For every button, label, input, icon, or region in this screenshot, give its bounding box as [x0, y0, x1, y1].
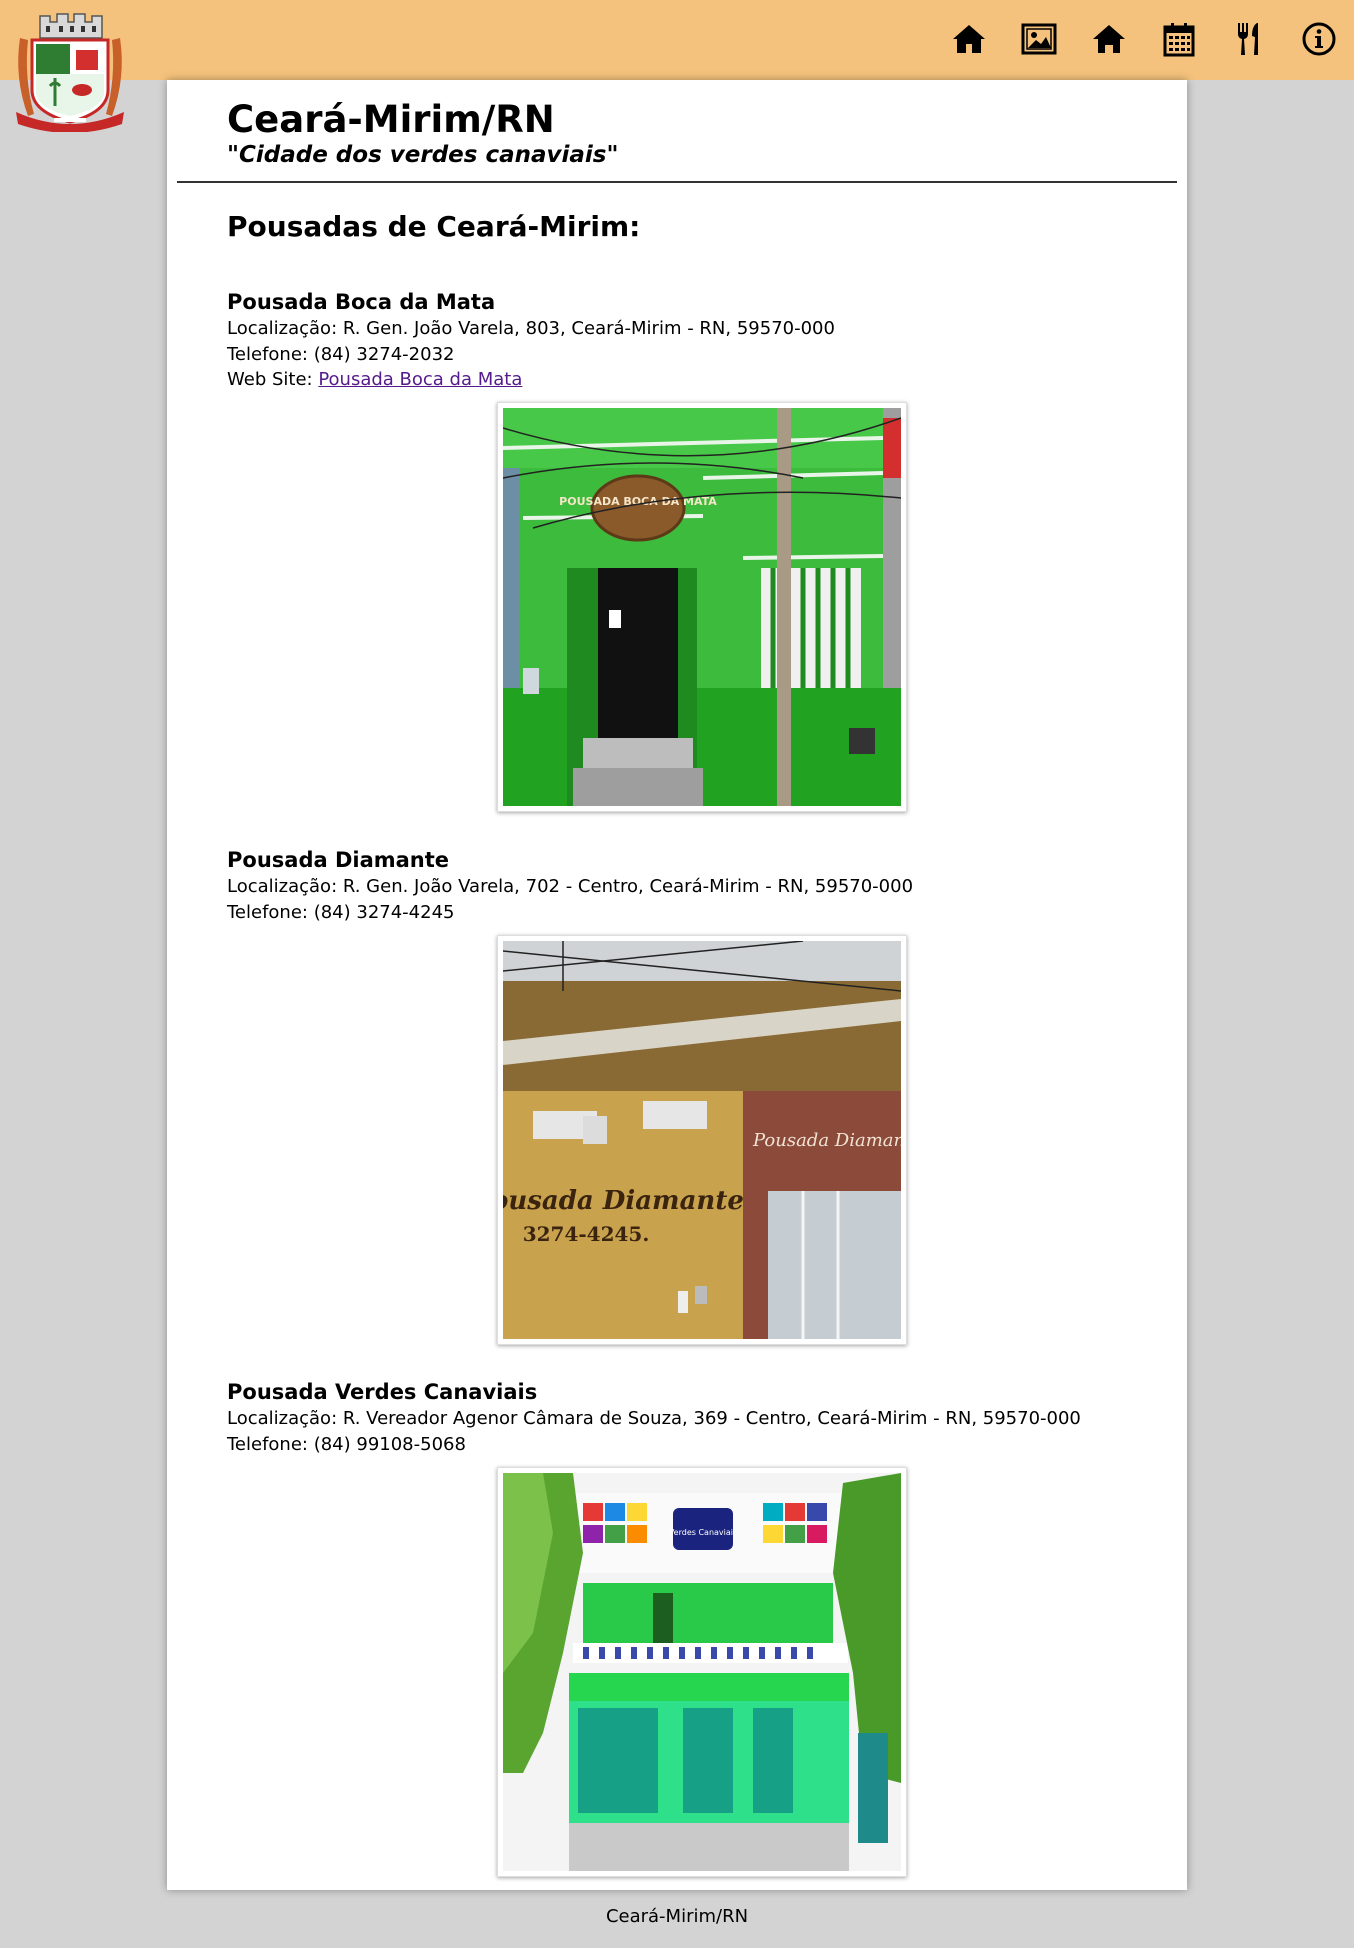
sign-text: Verdes Canaviais — [669, 1528, 737, 1537]
nav-restaurant-button[interactable] — [1214, 18, 1284, 60]
pousada-photo: Verdes Canaviais — [497, 1467, 907, 1877]
pousada-phone: Telefone: (84) 3274-4245 — [227, 901, 455, 923]
side-sign-text: Pousada Diamante — [752, 1130, 901, 1151]
sign-phone: 3274-4245. — [523, 1222, 650, 1246]
page-subtitle: "Cidade dos verdes canaviais" — [227, 142, 619, 168]
pousada-photo: POUSADA BOCA DA MATA — [497, 402, 907, 812]
pousada-verdes-canaviais-photo: Verdes Canaviais — [503, 1473, 901, 1871]
page-title: Ceará-Mirim/RN — [227, 98, 555, 141]
sign-text: Pousada Diamante — [503, 1186, 744, 1216]
pousada-name: Pousada Verdes Canaviais — [227, 1380, 538, 1404]
home-icon — [953, 25, 985, 53]
pousada-location: Localização: R. Vereador Agenor Câmara d… — [227, 1408, 1081, 1429]
top-bar — [0, 0, 1354, 80]
nav-calendar-button[interactable] — [1144, 18, 1214, 60]
nav-lodging-button[interactable] — [1074, 18, 1144, 60]
main-content-card: Ceará-Mirim/RN "Cidade dos verdes canavi… — [167, 80, 1187, 1890]
pousada-website: Web Site: Pousada Boca da Mata — [227, 367, 1127, 393]
lodging-icon — [1093, 25, 1125, 53]
pousada-phone: Telefone: (84) 99108-5068 — [227, 1433, 466, 1455]
nav-info-button[interactable] — [1284, 18, 1354, 60]
nav-home-button[interactable] — [934, 18, 1004, 60]
nav-bar — [934, 18, 1354, 60]
pousada-name: Pousada Diamante — [227, 848, 450, 872]
website-link[interactable]: Pousada Boca da Mata — [318, 369, 522, 390]
pousada-photo: Pousada Diamante 3274-4245. Pousada Diam… — [497, 935, 907, 1345]
header-divider — [177, 181, 1177, 183]
coat-of-arms-logo — [16, 13, 124, 132]
pousada-name: Pousada Boca da Mata — [227, 290, 496, 314]
nav-gallery-button[interactable] — [1004, 18, 1074, 60]
pousada-entry: Pousada Boca da Mata Localização: R. Gen… — [227, 288, 1127, 393]
pousada-entry: Pousada Verdes Canaviais Localização: R.… — [227, 1378, 1127, 1457]
pousada-phone: Telefone: (84) 3274-2032 — [227, 343, 455, 365]
restaurant-icon — [1238, 23, 1258, 55]
pousada-boca-da-mata-photo: POUSADA BOCA DA MATA — [503, 408, 901, 806]
pousada-location: Localização: R. Gen. João Varela, 803, C… — [227, 318, 835, 339]
pousada-diamante-photo: Pousada Diamante 3274-4245. Pousada Diam… — [503, 941, 901, 1339]
footer: Ceará-Mirim/RN — [605, 1906, 749, 1927]
info-icon — [1302, 22, 1336, 56]
gallery-icon — [1021, 23, 1057, 55]
website-label: Web Site: — [227, 369, 319, 390]
pousada-entry: Pousada Diamante Localização: R. Gen. Jo… — [227, 846, 1127, 925]
pousada-location: Localização: R. Gen. João Varela, 702 - … — [227, 876, 914, 897]
section-title: Pousadas de Ceará-Mirim: — [227, 210, 641, 243]
calendar-icon — [1163, 23, 1195, 57]
